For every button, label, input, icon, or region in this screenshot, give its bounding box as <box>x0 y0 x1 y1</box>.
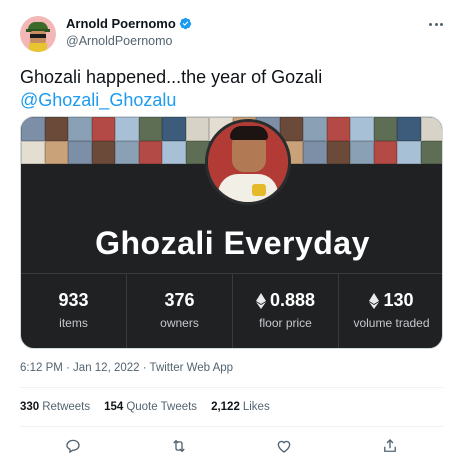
tweet: Arnold Poernomo @ArnoldPoernomo Ghozali … <box>0 0 463 468</box>
tweet-body: Ghozali happened...the year of Gozali <box>20 67 323 87</box>
divider <box>20 387 443 388</box>
reply-button[interactable] <box>20 434 126 458</box>
tweet-timestamp[interactable]: 6:12 PM · Jan 12, 2022 · Twitter Web App <box>20 362 233 374</box>
engagement-counts: 330 Retweets 154 Quote Tweets 2,122 Likes <box>20 401 284 413</box>
reply-icon <box>66 439 80 454</box>
author-name-row[interactable]: Arnold Poernomo <box>66 16 192 31</box>
stat-floor-price: 0.888 floor price <box>233 273 339 348</box>
like-button[interactable] <box>232 434 338 458</box>
share-button[interactable] <box>337 434 443 458</box>
stat-value: 130 <box>383 290 414 310</box>
stat-value: 0.888 <box>269 290 316 310</box>
retweet-icon <box>172 439 185 453</box>
mention-link[interactable]: @Ghozali_Ghozalu <box>20 89 445 112</box>
stat-items: 933 items <box>21 273 127 348</box>
stat-label: items <box>59 316 88 330</box>
collection-avatar <box>205 119 291 205</box>
ethereum-icon <box>369 292 380 309</box>
quote-tweets-count[interactable]: 154 Quote Tweets <box>104 401 197 413</box>
retweet-button[interactable] <box>126 434 232 458</box>
stat-value: 933 <box>58 290 89 310</box>
more-options-icon[interactable] <box>426 17 446 31</box>
author-handle[interactable]: @ArnoldPoernomo <box>66 34 173 48</box>
tweet-text: Ghozali happened...the year of Gozali @G… <box>20 66 445 112</box>
stat-volume-traded: 130 volume traded <box>339 273 442 348</box>
tweet-actions <box>20 434 443 458</box>
share-icon <box>384 439 397 452</box>
stat-label: floor price <box>259 316 312 330</box>
likes-count[interactable]: 2,122 Likes <box>211 401 270 413</box>
verified-badge-icon <box>179 17 191 30</box>
stat-label: volume traded <box>353 316 430 330</box>
stat-label: owners <box>160 316 199 330</box>
ethereum-icon <box>255 292 266 309</box>
author-avatar[interactable] <box>20 16 56 52</box>
author-display-name[interactable]: Arnold Poernomo <box>66 16 176 31</box>
retweets-count[interactable]: 330 Retweets <box>20 401 90 413</box>
divider <box>20 426 443 427</box>
collection-stats: 933 items 376 owners 0.888 floor price 1… <box>21 273 442 348</box>
heart-icon <box>278 440 291 453</box>
stat-value: 376 <box>164 290 195 310</box>
stat-owners: 376 owners <box>127 273 233 348</box>
nft-collection-card[interactable]: Ghozali Everyday 933 items 376 owners 0.… <box>20 116 443 349</box>
collection-title: Ghozali Everyday <box>95 225 370 261</box>
